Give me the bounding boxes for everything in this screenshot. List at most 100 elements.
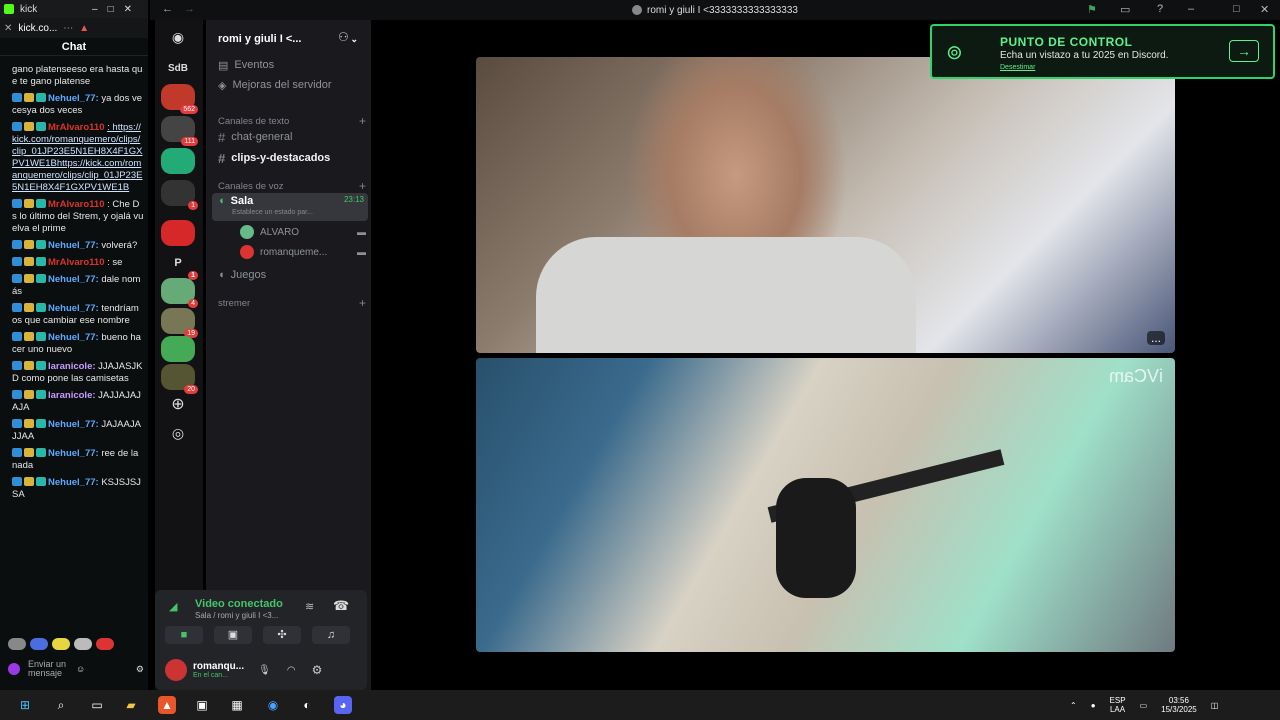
discord-taskbar-icon[interactable]: ◕ [334,696,352,714]
tab-close-icon[interactable]: ✕ [4,23,12,34]
microphone-icon[interactable]: 🎙︎ [258,665,271,676]
language-indicator[interactable]: ESP LAA [1110,696,1126,714]
server-icon[interactable]: 19 [161,308,198,338]
kick-user-icon[interactable] [8,663,20,675]
minimize-icon[interactable]: – [1188,3,1194,15]
emote-icon[interactable] [74,638,92,650]
video-tile-camera-1[interactable]: ... [476,57,1175,353]
emote-icon[interactable] [8,638,26,650]
promo-dismiss-link[interactable]: Desestimar [1000,64,1035,71]
voice-status[interactable]: Establece un estado par... [232,209,313,216]
boosts-item[interactable]: ◈ Mejoras del servidor [218,76,366,94]
more-options-icon[interactable]: ... [1146,331,1165,345]
help-icon[interactable]: ? [1157,3,1163,15]
tab-menu-icon[interactable]: ⋯ [63,23,73,34]
flag-icon[interactable]: ⚑ [1087,3,1097,16]
category-stremer[interactable]: stremer + [218,294,366,312]
headphones-icon[interactable]: ◠ [287,665,296,676]
kick-tab-domain[interactable]: kick.co... [18,23,57,34]
screen-share-button[interactable]: ▣ [214,626,252,644]
brave-browser-icon[interactable]: ▲ [158,696,176,714]
soundboard-button[interactable]: ♫ [312,626,350,644]
noise-suppression-icon[interactable]: ≋ [305,600,314,613]
inbox-icon[interactable]: ▭ [1120,3,1130,16]
chat-username[interactable]: Nehuel_77: [48,303,99,314]
maximize-icon[interactable]: □ [1233,3,1240,15]
chat-username[interactable]: MrAlvaro110 [48,257,105,268]
channel-clips-y-destacados[interactable]: # clips-y-destacados [218,149,366,167]
task-view-icon[interactable]: ▭ [88,696,106,714]
add-channel-icon[interactable]: + [359,179,366,193]
voice-location[interactable]: Sala / romi y giuli I <3... [195,611,278,620]
server-icon[interactable] [161,336,195,362]
add-channel-icon[interactable]: + [359,114,366,128]
checkpoint-promo[interactable]: ⊚ PUNTO DE CONTROL Echa un vistazo a tu … [930,24,1275,79]
server-icon[interactable]: 111 [161,116,198,146]
steam-icon[interactable]: ◐ [298,696,316,714]
add-channel-icon[interactable]: + [359,296,366,310]
chat-username[interactable]: MrAlvaro110 [48,199,105,210]
server-icon[interactable]: 20 [161,364,198,394]
add-server-icon[interactable]: ⊕ [161,392,195,418]
chat-username[interactable]: Nehuel_77: [48,477,99,488]
chevron-up-icon[interactable]: ⌃ [1070,701,1077,710]
chat-username[interactable]: Nehuel_77: [48,93,99,104]
chat-username[interactable]: laranicole: [48,390,96,401]
signal-icon[interactable]: ◢ [169,600,177,613]
emote-icon[interactable] [52,638,70,650]
camera-button[interactable]: ■ [165,626,203,644]
clock[interactable]: 03:56 15/3/2025 [1161,696,1197,714]
voice-member[interactable]: romanqueme... ▬ [240,243,366,261]
voice-status-label[interactable]: Video conectado [195,598,283,610]
close-icon[interactable]: ✕ [1260,3,1269,16]
server-icon[interactable] [161,220,195,246]
chat-username[interactable]: Nehuel_77: [48,419,99,430]
microphone-tray-icon[interactable]: ● [1091,701,1096,710]
chat-username[interactable]: laranicole: [48,361,96,372]
search-icon[interactable]: ⌕ [52,696,70,714]
video-tile-camera-2[interactable]: iVCam [476,358,1175,652]
server-icon[interactable] [161,148,195,174]
avatar[interactable] [165,659,187,681]
chat-username[interactable]: Nehuel_77: [48,274,99,285]
arrow-right-icon[interactable]: → [1229,40,1259,62]
server-icon[interactable]: 4 [161,278,198,308]
add-member-icon[interactable]: ⚇ [338,30,349,44]
network-icon[interactable]: ▭ [1140,701,1148,710]
forward-icon[interactable]: → [184,3,195,15]
chat-username[interactable]: Nehuel_77: [48,448,99,459]
settings-icon[interactable]: ⚙ [312,663,323,677]
windows-start-icon[interactable]: ⊞ [16,696,34,714]
emote-icon[interactable] [96,638,114,650]
file-explorer-icon[interactable]: ▰ [122,696,140,714]
username[interactable]: romanqu... [193,661,244,672]
chat-username[interactable]: Nehuel_77: [48,240,99,251]
chat-input[interactable]: Enviar un mensaje [28,660,68,678]
app-icon[interactable]: ◉ [264,696,282,714]
activities-button[interactable]: ✣ [263,626,301,644]
events-item[interactable]: ▤ Eventos [218,56,366,74]
discover-icon[interactable]: ◎ [161,420,195,446]
disconnect-icon[interactable]: ☎ [333,598,349,614]
brave-shield-icon[interactable]: ▲ [79,23,89,34]
voice-channel-juegos[interactable]: ◖ Juegos [218,266,366,284]
server-icon[interactable]: 562 [161,84,198,114]
store-icon[interactable]: ▣ [193,696,211,714]
emote-bar[interactable] [8,638,114,650]
voice-channel-sala[interactable]: ◖ Sala 23:13 Establece un estado par... [212,193,368,221]
calculator-icon[interactable]: ▦ [228,696,246,714]
voice-member[interactable]: ALVARO ▬ [240,223,366,241]
server-icon[interactable]: 1 [161,180,198,210]
settings-icon[interactable]: ⚙ [136,664,144,675]
server-sdb[interactable]: SdB [161,56,195,82]
emoji-icon[interactable]: ☺ [76,664,85,674]
emote-icon[interactable] [30,638,48,650]
chat-username[interactable]: Nehuel_77: [48,332,99,343]
discord-home-icon[interactable]: ◉ [161,24,195,50]
chat-username[interactable]: MrAlvaro110 [48,122,105,133]
server-p[interactable]: P1 [161,250,198,280]
chat-send-bar[interactable]: Enviar un mensaje ☺ ⚙ [8,654,144,684]
kick-window-controls[interactable]: –□✕ [92,4,142,15]
back-icon[interactable]: ← [162,3,173,15]
notification-icon[interactable]: ◫ [1211,701,1219,710]
